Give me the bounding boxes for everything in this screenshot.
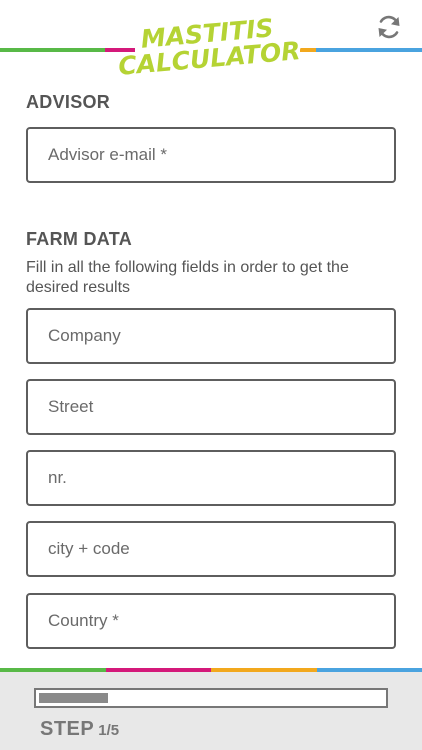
advisor-email-input[interactable] — [28, 129, 394, 181]
street-input[interactable] — [28, 381, 394, 433]
footer-stripe-pink — [106, 668, 211, 672]
step-label: STEP — [40, 718, 95, 740]
footer-bar: STEP 1/5 — [0, 668, 422, 750]
logo-graphic: MASTITIS CALCULATOR — [114, 10, 305, 84]
city-code-field-box — [26, 521, 396, 577]
house-number-field-box — [26, 450, 396, 506]
refresh-button[interactable] — [373, 11, 405, 43]
footer-stripe-blue — [317, 668, 422, 672]
step-value: 1/5 — [98, 722, 120, 739]
house-number-input[interactable] — [28, 452, 394, 504]
advisor-section-title: ADVISOR — [26, 92, 111, 112]
city-code-input[interactable] — [28, 523, 394, 575]
footer-stripe-orange — [211, 668, 317, 672]
header-stripe-green — [0, 48, 110, 52]
footer-stripe-green — [0, 668, 106, 672]
company-input[interactable] — [28, 310, 394, 362]
step-progress-fill — [39, 693, 108, 703]
app-logo: MASTITIS CALCULATOR — [108, 10, 308, 84]
farm-data-section-title: FARM DATA — [26, 229, 133, 249]
street-field-box — [26, 379, 396, 435]
company-field-box — [26, 308, 396, 364]
country-field-box — [26, 593, 396, 649]
country-input[interactable] — [28, 595, 394, 647]
refresh-icon — [378, 15, 400, 39]
header-stripe-blue — [316, 48, 422, 52]
app-header: MASTITIS CALCULATOR — [0, 0, 422, 84]
step-progress-bar — [34, 688, 388, 708]
farm-data-description: Fill in all the following fields in orde… — [26, 259, 349, 296]
advisor-email-field-box — [26, 127, 396, 183]
step-indicator: STEP 1/5 — [40, 718, 119, 741]
